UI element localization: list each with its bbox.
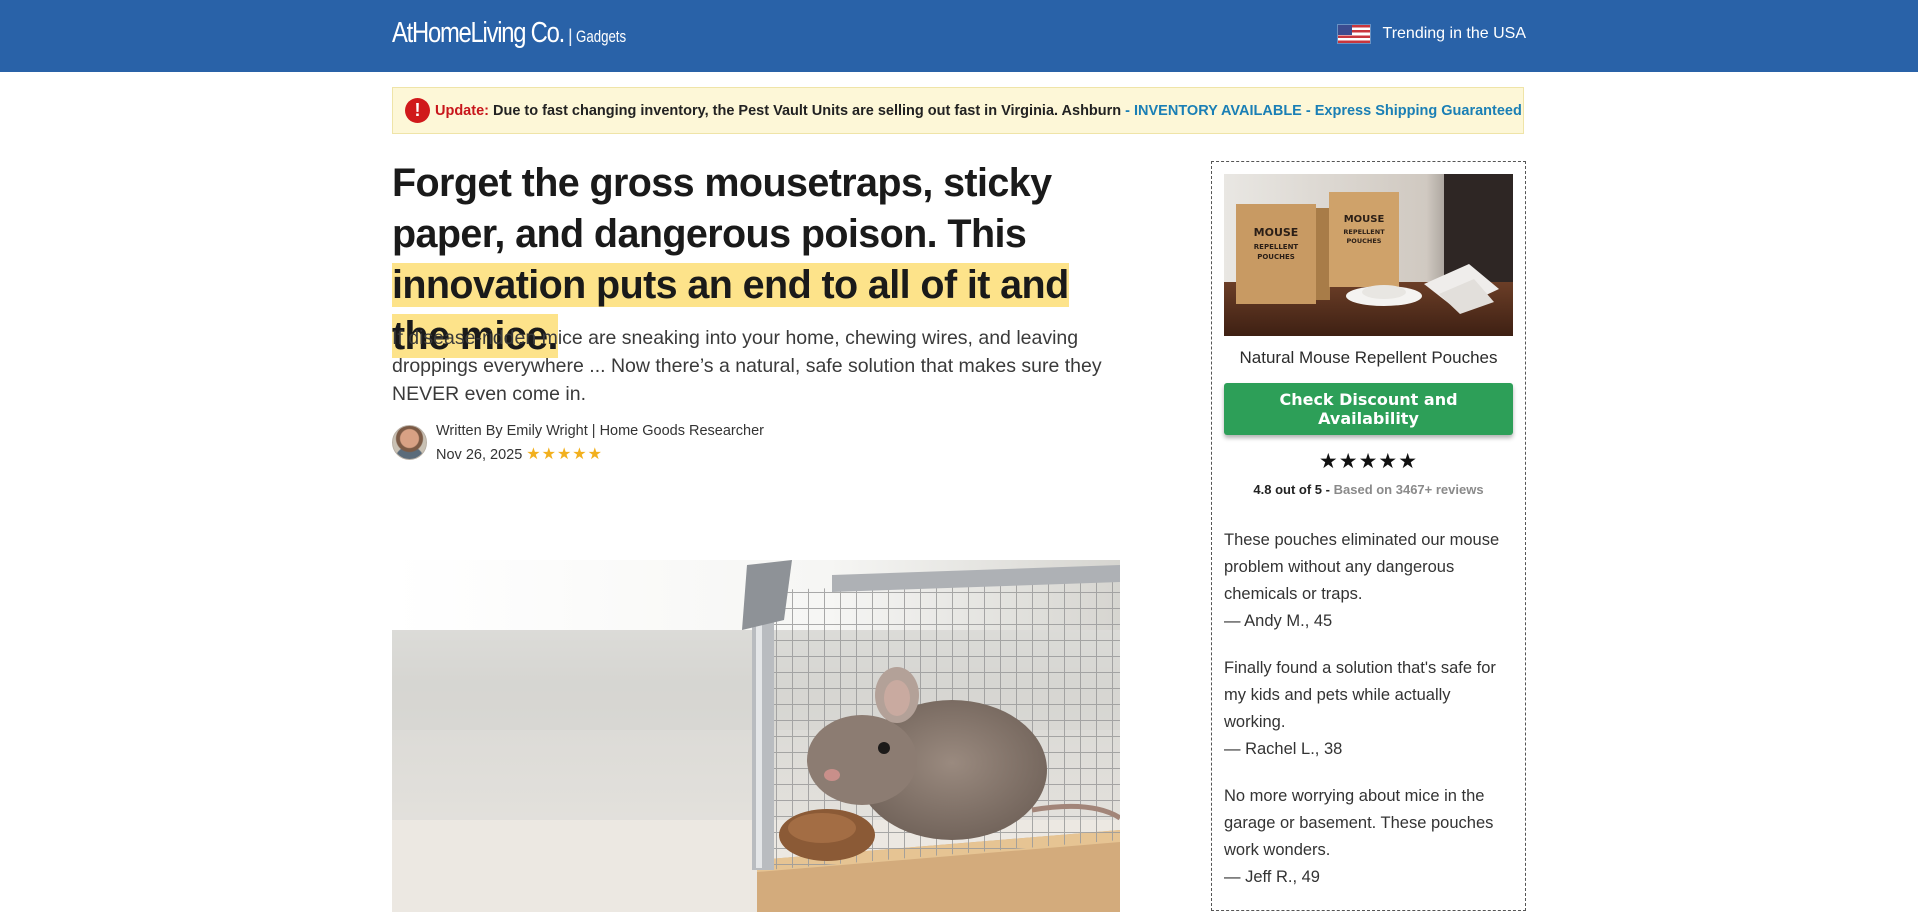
svg-text:MOUSE: MOUSE: [1344, 214, 1385, 225]
brand-name: AtHomeLiving Co.: [392, 17, 565, 49]
alert-label: Update:: [435, 102, 489, 119]
brand-separator: |: [568, 26, 573, 46]
alert-accent: - INVENTORY AVAILABLE - Express Shipping…: [1125, 102, 1522, 119]
review-author: — Andy M., 45: [1224, 612, 1333, 630]
author-byline: Written By Emily Wright | Home Goods Res…: [392, 419, 764, 467]
review-item: No more worrying about mice in the garag…: [1224, 783, 1516, 891]
inventory-alert: ! Update: Due to fast changing inventory…: [392, 87, 1524, 134]
article-rating-stars: ★★★★★: [526, 446, 603, 463]
review-text: These pouches eliminated our mouse probl…: [1224, 531, 1500, 603]
brand-tag: Gadgets: [575, 27, 626, 46]
svg-text:REPELLENT: REPELLENT: [1254, 243, 1299, 251]
review-author: — Rachel L., 38: [1224, 740, 1343, 758]
product-name: Natural Mouse Repellent Pouches: [1239, 348, 1498, 367]
rating-text: 4.8 out of 5 -: [1253, 482, 1330, 497]
hero-image-mouse-in-trap: [392, 560, 1120, 912]
rating-count: Based on 3467+ reviews: [1333, 482, 1484, 497]
author-avatar: [392, 425, 427, 460]
headline-plain: Forget the gross mousetraps, sticky pape…: [392, 161, 1052, 256]
review-item: These pouches eliminated our mouse probl…: [1224, 527, 1516, 635]
svg-text:POUCHES: POUCHES: [1347, 237, 1382, 245]
svg-text:POUCHES: POUCHES: [1257, 253, 1295, 261]
product-sidebar: MOUSE REPELLENT POUCHES MOUSE REPELLENT …: [1211, 161, 1526, 911]
top-header: AtHomeLiving Co. | Gadgets Trending in t…: [0, 0, 1918, 72]
publish-date: Nov 26, 2025: [436, 447, 523, 463]
review-item: Finally found a solution that's safe for…: [1224, 655, 1516, 763]
alert-text: Due to fast changing inventory, the Pest…: [492, 102, 1122, 119]
exclamation-icon: !: [405, 98, 430, 123]
svg-text:MOUSE: MOUSE: [1254, 226, 1299, 239]
check-discount-button[interactable]: Check Discount and Availability: [1224, 383, 1513, 435]
product-image[interactable]: MOUSE REPELLENT POUCHES MOUSE REPELLENT …: [1224, 174, 1513, 336]
review-author: — Jeff R., 49: [1224, 868, 1320, 886]
review-text: Finally found a solution that's safe for…: [1224, 659, 1496, 731]
review-text: No more worrying about mice in the garag…: [1224, 787, 1494, 859]
trending-badge: Trending in the USA: [1337, 25, 1526, 43]
product-rating-stars: ★★★★★: [1318, 450, 1419, 473]
brand-logo[interactable]: AtHomeLiving Co. | Gadgets: [392, 17, 640, 50]
svg-text:REPELLENT: REPELLENT: [1343, 228, 1385, 236]
article-subheadline: If disease-ridden mice are sneaking into…: [392, 327, 1102, 405]
us-flag-icon: [1337, 25, 1370, 43]
trending-text: Trending in the USA: [1382, 25, 1526, 42]
byline-text: Written By Emily Wright | Home Goods Res…: [436, 423, 764, 439]
rating-summary: 4.8 out of 5 - Based on 3467+ reviews: [1212, 482, 1525, 497]
review-list: These pouches eliminated our mouse probl…: [1224, 527, 1516, 911]
